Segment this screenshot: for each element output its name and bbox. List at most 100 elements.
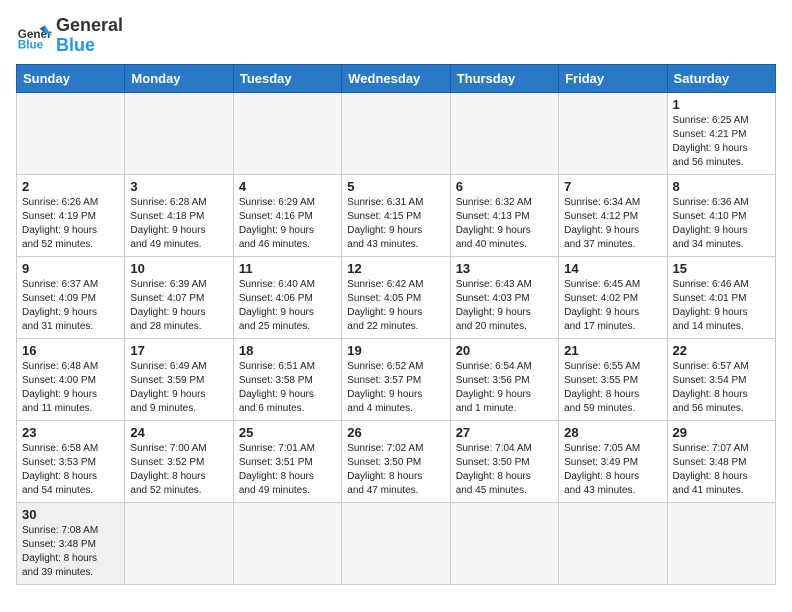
day-info: Sunrise: 6:46 AM Sunset: 4:01 PM Dayligh…	[673, 278, 770, 334]
day-cell	[342, 502, 450, 584]
day-cell	[233, 92, 341, 174]
day-info: Sunrise: 6:29 AM Sunset: 4:16 PM Dayligh…	[239, 196, 336, 252]
day-cell: 7Sunrise: 6:34 AM Sunset: 4:12 PM Daylig…	[559, 174, 667, 256]
day-number: 6	[456, 179, 553, 194]
day-cell	[17, 92, 125, 174]
day-info: Sunrise: 6:37 AM Sunset: 4:09 PM Dayligh…	[22, 278, 119, 334]
day-cell	[450, 502, 558, 584]
day-cell: 27Sunrise: 7:04 AM Sunset: 3:50 PM Dayli…	[450, 420, 558, 502]
day-number: 10	[130, 261, 227, 276]
day-info: Sunrise: 7:01 AM Sunset: 3:51 PM Dayligh…	[239, 442, 336, 498]
day-number: 3	[130, 179, 227, 194]
day-info: Sunrise: 6:58 AM Sunset: 3:53 PM Dayligh…	[22, 442, 119, 498]
day-cell: 21Sunrise: 6:55 AM Sunset: 3:55 PM Dayli…	[559, 338, 667, 420]
day-cell: 20 Sunrise: 6:54 AM Sunset: 3:56 PM Dayli…	[450, 338, 558, 420]
day-cell: 26 Sunrise: 7:02 AM Sunset: 3:50 PM Dayli…	[342, 420, 450, 502]
day-info: Sunrise: 7:02 AM Sunset: 3:50 PM Dayligh…	[347, 442, 444, 498]
day-cell	[125, 502, 233, 584]
day-cell: 19 Sunrise: 6:52 AM Sunset: 3:57 PM Dayli…	[342, 338, 450, 420]
calendar-table: SundayMondayTuesdayWednesdayThursdayFrid…	[16, 64, 776, 585]
weekday-saturday: Saturday	[667, 64, 775, 92]
day-cell: 5Sunrise: 6:31 AM Sunset: 4:15 PM Daylig…	[342, 174, 450, 256]
day-number: 2	[22, 179, 119, 194]
day-cell: 16 Sunrise: 6:48 AM Sunset: 4:00 PM Dayli…	[17, 338, 125, 420]
day-number: 1	[673, 97, 770, 112]
day-info: Sunrise: 6:28 AM Sunset: 4:18 PM Dayligh…	[130, 196, 227, 252]
day-cell: 12 Sunrise: 6:42 AM Sunset: 4:05 PM Dayli…	[342, 256, 450, 338]
day-number: 12	[347, 261, 444, 276]
day-info: Sunrise: 7:07 AM Sunset: 3:48 PM Dayligh…	[673, 442, 770, 498]
day-info: Sunrise: 6:54 AM Sunset: 3:56 PM Dayligh…	[456, 360, 553, 416]
weekday-sunday: Sunday	[17, 64, 125, 92]
day-info: Sunrise: 6:51 AM Sunset: 3:58 PM Dayligh…	[239, 360, 336, 416]
day-info: Sunrise: 6:32 AM Sunset: 4:13 PM Dayligh…	[456, 196, 553, 252]
day-cell: 9 Sunrise: 6:37 AM Sunset: 4:09 PM Daylig…	[17, 256, 125, 338]
day-number: 28	[564, 425, 661, 440]
week-row-4: 16 Sunrise: 6:48 AM Sunset: 4:00 PM Dayli…	[17, 338, 776, 420]
day-cell	[233, 502, 341, 584]
day-cell: 6 Sunrise: 6:32 AM Sunset: 4:13 PM Daylig…	[450, 174, 558, 256]
day-number: 17	[130, 343, 227, 358]
day-cell: 29 Sunrise: 7:07 AM Sunset: 3:48 PM Dayli…	[667, 420, 775, 502]
day-cell	[559, 502, 667, 584]
day-number: 18	[239, 343, 336, 358]
day-number: 11	[239, 261, 336, 276]
weekday-thursday: Thursday	[450, 64, 558, 92]
day-info: Sunrise: 7:04 AM Sunset: 3:50 PM Dayligh…	[456, 442, 553, 498]
day-cell: 8Sunrise: 6:36 AM Sunset: 4:10 PM Daylig…	[667, 174, 775, 256]
day-info: Sunrise: 6:48 AM Sunset: 4:00 PM Dayligh…	[22, 360, 119, 416]
day-number: 19	[347, 343, 444, 358]
day-number: 29	[673, 425, 770, 440]
day-info: Sunrise: 6:43 AM Sunset: 4:03 PM Dayligh…	[456, 278, 553, 334]
day-info: Sunrise: 6:52 AM Sunset: 3:57 PM Dayligh…	[347, 360, 444, 416]
day-number: 30	[22, 507, 119, 522]
day-cell	[667, 502, 775, 584]
day-number: 23	[22, 425, 119, 440]
day-info: Sunrise: 6:25 AM Sunset: 4:21 PM Dayligh…	[673, 114, 770, 170]
day-number: 25	[239, 425, 336, 440]
day-cell: 1 Sunrise: 6:25 AM Sunset: 4:21 PM Daylig…	[667, 92, 775, 174]
day-info: Sunrise: 6:49 AM Sunset: 3:59 PM Dayligh…	[130, 360, 227, 416]
day-info: Sunrise: 6:42 AM Sunset: 4:05 PM Dayligh…	[347, 278, 444, 334]
day-info: Sunrise: 6:40 AM Sunset: 4:06 PM Dayligh…	[239, 278, 336, 334]
week-row-3: 9 Sunrise: 6:37 AM Sunset: 4:09 PM Daylig…	[17, 256, 776, 338]
day-number: 20	[456, 343, 553, 358]
weekday-wednesday: Wednesday	[342, 64, 450, 92]
day-cell: 28 Sunrise: 7:05 AM Sunset: 3:49 PM Dayli…	[559, 420, 667, 502]
day-cell: 25 Sunrise: 7:01 AM Sunset: 3:51 PM Dayli…	[233, 420, 341, 502]
day-cell: 4Sunrise: 6:29 AM Sunset: 4:16 PM Daylig…	[233, 174, 341, 256]
week-row-5: 23 Sunrise: 6:58 AM Sunset: 3:53 PM Dayli…	[17, 420, 776, 502]
weekday-monday: Monday	[125, 64, 233, 92]
day-cell: 17 Sunrise: 6:49 AM Sunset: 3:59 PM Dayli…	[125, 338, 233, 420]
calendar-body: 1 Sunrise: 6:25 AM Sunset: 4:21 PM Daylig…	[17, 92, 776, 584]
day-info: Sunrise: 6:45 AM Sunset: 4:02 PM Dayligh…	[564, 278, 661, 334]
day-number: 16	[22, 343, 119, 358]
day-number: 14	[564, 261, 661, 276]
day-cell: 11 Sunrise: 6:40 AM Sunset: 4:06 PM Dayli…	[233, 256, 341, 338]
day-info: Sunrise: 6:36 AM Sunset: 4:10 PM Dayligh…	[673, 196, 770, 252]
week-row-6: 30 Sunrise: 7:08 AM Sunset: 3:48 PM Dayli…	[17, 502, 776, 584]
day-cell: 30 Sunrise: 7:08 AM Sunset: 3:48 PM Dayli…	[17, 502, 125, 584]
day-number: 26	[347, 425, 444, 440]
day-info: Sunrise: 7:08 AM Sunset: 3:48 PM Dayligh…	[22, 524, 119, 580]
day-number: 24	[130, 425, 227, 440]
day-number: 9	[22, 261, 119, 276]
day-number: 15	[673, 261, 770, 276]
day-number: 21	[564, 343, 661, 358]
day-info: Sunrise: 6:39 AM Sunset: 4:07 PM Dayligh…	[130, 278, 227, 334]
day-info: Sunrise: 7:00 AM Sunset: 3:52 PM Dayligh…	[130, 442, 227, 498]
day-info: Sunrise: 7:05 AM Sunset: 3:49 PM Dayligh…	[564, 442, 661, 498]
svg-text:Blue: Blue	[18, 38, 44, 51]
day-cell: 13Sunrise: 6:43 AM Sunset: 4:03 PM Dayli…	[450, 256, 558, 338]
day-cell: 23 Sunrise: 6:58 AM Sunset: 3:53 PM Dayli…	[17, 420, 125, 502]
logo-blue: Blue	[56, 36, 123, 56]
day-cell: 24 Sunrise: 7:00 AM Sunset: 3:52 PM Dayli…	[125, 420, 233, 502]
day-cell	[125, 92, 233, 174]
week-row-1: 1 Sunrise: 6:25 AM Sunset: 4:21 PM Daylig…	[17, 92, 776, 174]
day-cell	[450, 92, 558, 174]
day-cell: 14 Sunrise: 6:45 AM Sunset: 4:02 PM Dayli…	[559, 256, 667, 338]
week-row-2: 2 Sunrise: 6:26 AM Sunset: 4:19 PM Daylig…	[17, 174, 776, 256]
day-number: 5	[347, 179, 444, 194]
weekday-header-row: SundayMondayTuesdayWednesdayThursdayFrid…	[17, 64, 776, 92]
day-info: Sunrise: 6:26 AM Sunset: 4:19 PM Dayligh…	[22, 196, 119, 252]
